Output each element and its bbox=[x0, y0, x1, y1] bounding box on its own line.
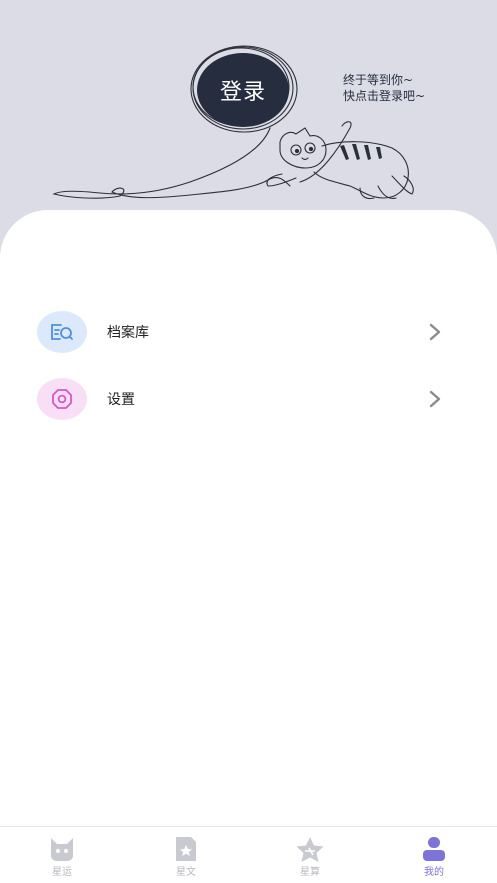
content-card bbox=[0, 210, 497, 830]
login-hint-line2: 快点击登录吧~ bbox=[343, 89, 426, 103]
menu-item-label: 设置 bbox=[107, 392, 135, 408]
chevron-right-icon bbox=[429, 390, 441, 408]
chevron-right-icon bbox=[429, 323, 441, 341]
login-button[interactable]: 登录 bbox=[197, 53, 289, 127]
tab-label: 我的 bbox=[424, 867, 444, 878]
cat-face-icon bbox=[51, 838, 73, 861]
tab-xingsuan[interactable]: 星算 bbox=[270, 827, 350, 883]
tab-xingwen[interactable]: 星文 bbox=[146, 827, 226, 883]
user-icon bbox=[423, 837, 445, 861]
archive-search-icon bbox=[37, 311, 87, 353]
bottom-tab-bar: 星运 星文 星算 我的 bbox=[0, 826, 497, 883]
star-icon bbox=[296, 837, 324, 862]
document-star-icon bbox=[176, 837, 196, 861]
gear-icon bbox=[37, 378, 87, 420]
tab-label: 星运 bbox=[52, 867, 72, 878]
tab-wode[interactable]: 我的 bbox=[394, 827, 474, 883]
menu-item-settings[interactable]: 设置 bbox=[0, 375, 497, 423]
login-hint: 终于等到你~ 快点击登录吧~ bbox=[343, 72, 425, 104]
tab-label: 星文 bbox=[176, 867, 196, 878]
tab-xingyun[interactable]: 星运 bbox=[22, 827, 102, 883]
tab-label: 星算 bbox=[300, 867, 320, 878]
login-hint-line1: 终于等到你~ bbox=[343, 73, 414, 87]
menu-item-label: 档案库 bbox=[107, 325, 149, 341]
menu-item-archive[interactable]: 档案库 bbox=[0, 308, 497, 356]
